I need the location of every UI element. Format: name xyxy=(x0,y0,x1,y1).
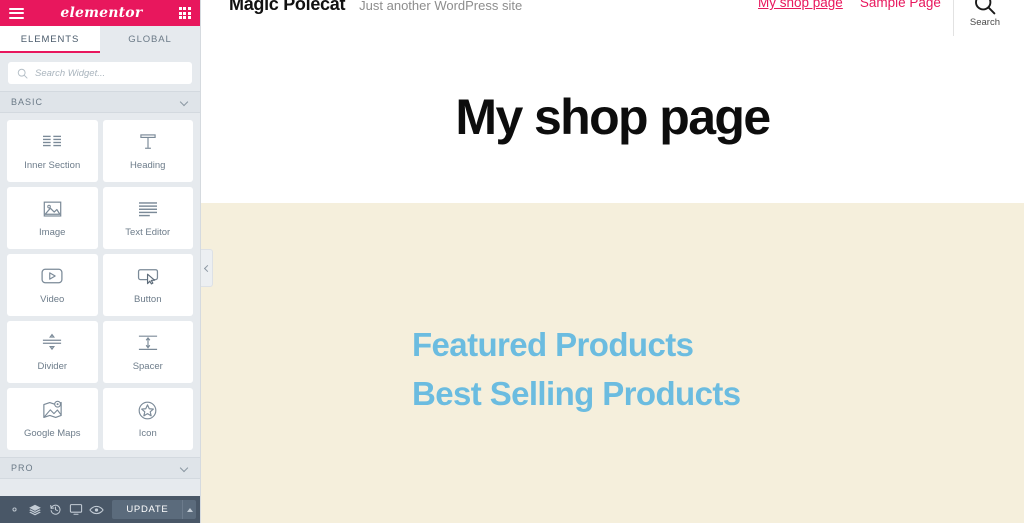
chevron-down-icon xyxy=(180,98,189,107)
widget-label: Button xyxy=(134,294,162,305)
widget-grid: Inner Section Heading Image Text Editor … xyxy=(0,113,200,450)
grid-apps-icon[interactable] xyxy=(178,6,191,20)
panel-collapse-handle[interactable] xyxy=(201,249,213,287)
caret-up-icon xyxy=(186,507,193,512)
google-maps-icon xyxy=(41,399,64,421)
site-identity: Magic Polecat Just another WordPress sit… xyxy=(229,0,522,15)
best-selling-products-heading[interactable]: Best Selling Products xyxy=(201,370,1024,419)
section-pro-label: PRO xyxy=(11,463,34,473)
section-basic[interactable]: BASIC xyxy=(0,91,200,113)
panel-tabs: ELEMENTS GLOBAL xyxy=(0,26,200,53)
search-widget-box[interactable] xyxy=(8,62,192,84)
settings-gear-icon[interactable] xyxy=(4,496,24,523)
widget-label: Google Maps xyxy=(23,428,81,439)
star-circle-icon xyxy=(137,399,158,421)
site-nav: My shop page Sample Page xyxy=(758,0,941,10)
section-basic-label: BASIC xyxy=(11,97,44,107)
page-title-section: My shop page xyxy=(201,45,1024,203)
site-search-button[interactable]: Search xyxy=(970,0,1000,28)
history-revisions-icon[interactable] xyxy=(45,496,65,523)
tab-elements[interactable]: ELEMENTS xyxy=(0,26,100,53)
widget-divider[interactable]: Divider xyxy=(7,321,98,383)
widget-label: Inner Section xyxy=(24,160,81,171)
featured-products-heading[interactable]: Featured Products xyxy=(201,321,1024,370)
widget-label: Spacer xyxy=(132,361,163,372)
search-magnifier-icon xyxy=(974,0,996,15)
heading-t-icon xyxy=(138,131,158,153)
site-tagline: Just another WordPress site xyxy=(359,0,523,13)
update-options-button[interactable] xyxy=(182,500,196,519)
widget-video[interactable]: Video xyxy=(7,254,98,316)
nav-divider xyxy=(952,0,954,36)
widget-image[interactable]: Image xyxy=(7,187,98,249)
widget-inner-section[interactable]: Inner Section xyxy=(7,120,98,182)
navigator-layers-icon[interactable] xyxy=(24,496,44,523)
responsive-mode-icon[interactable] xyxy=(65,496,85,523)
panel-body: BASIC Inne xyxy=(0,53,200,496)
widget-label: Video xyxy=(40,294,65,305)
widget-icon[interactable]: Icon xyxy=(102,388,193,450)
widget-heading[interactable]: Heading xyxy=(102,120,193,182)
spacer-icon xyxy=(136,332,160,354)
widget-text-editor[interactable]: Text Editor xyxy=(102,187,193,249)
panel-footer: UPDATE xyxy=(0,496,200,523)
search-label: Search xyxy=(969,17,1000,28)
widget-button[interactable]: Button xyxy=(102,254,193,316)
button-cursor-icon xyxy=(136,265,160,287)
widget-label: Text Editor xyxy=(125,227,171,238)
widget-label: Heading xyxy=(130,160,166,171)
update-button[interactable]: UPDATE xyxy=(112,500,183,519)
image-icon xyxy=(42,198,63,220)
elementor-panel: elementor ELEMENTS GLOBAL BASIC xyxy=(0,0,201,523)
text-editor-icon xyxy=(137,198,159,220)
site-title[interactable]: Magic Polecat xyxy=(229,0,345,15)
divider-icon xyxy=(40,332,64,354)
widget-label: Divider xyxy=(37,361,68,372)
elementor-logo: elementor xyxy=(60,5,143,21)
search-icon xyxy=(17,68,28,79)
elementor-editor: elementor ELEMENTS GLOBAL BASIC xyxy=(0,0,1024,523)
inner-section-icon xyxy=(41,131,63,153)
nav-link-my-shop-page[interactable]: My shop page xyxy=(758,0,843,10)
widget-spacer[interactable]: Spacer xyxy=(102,321,193,383)
page-title: My shop page xyxy=(455,89,771,145)
panel-header: elementor xyxy=(0,0,200,26)
video-play-icon xyxy=(40,265,64,287)
hamburger-icon[interactable] xyxy=(9,7,24,19)
tab-global[interactable]: GLOBAL xyxy=(100,26,200,53)
section-pro[interactable]: PRO xyxy=(0,457,200,479)
preview-eye-icon[interactable] xyxy=(86,496,106,523)
site-preview: Magic Polecat Just another WordPress sit… xyxy=(201,0,1024,523)
search-input[interactable] xyxy=(35,67,183,79)
widget-label: Image xyxy=(39,227,66,238)
widget-label: Icon xyxy=(138,428,157,439)
search-widget-wrap xyxy=(0,53,200,91)
widget-google-maps[interactable]: Google Maps xyxy=(7,388,98,450)
products-section: Featured Products Best Selling Products xyxy=(201,203,1024,523)
site-header: Magic Polecat Just another WordPress sit… xyxy=(201,0,1024,45)
nav-link-sample-page[interactable]: Sample Page xyxy=(860,0,941,10)
chevron-down-icon xyxy=(180,464,189,473)
